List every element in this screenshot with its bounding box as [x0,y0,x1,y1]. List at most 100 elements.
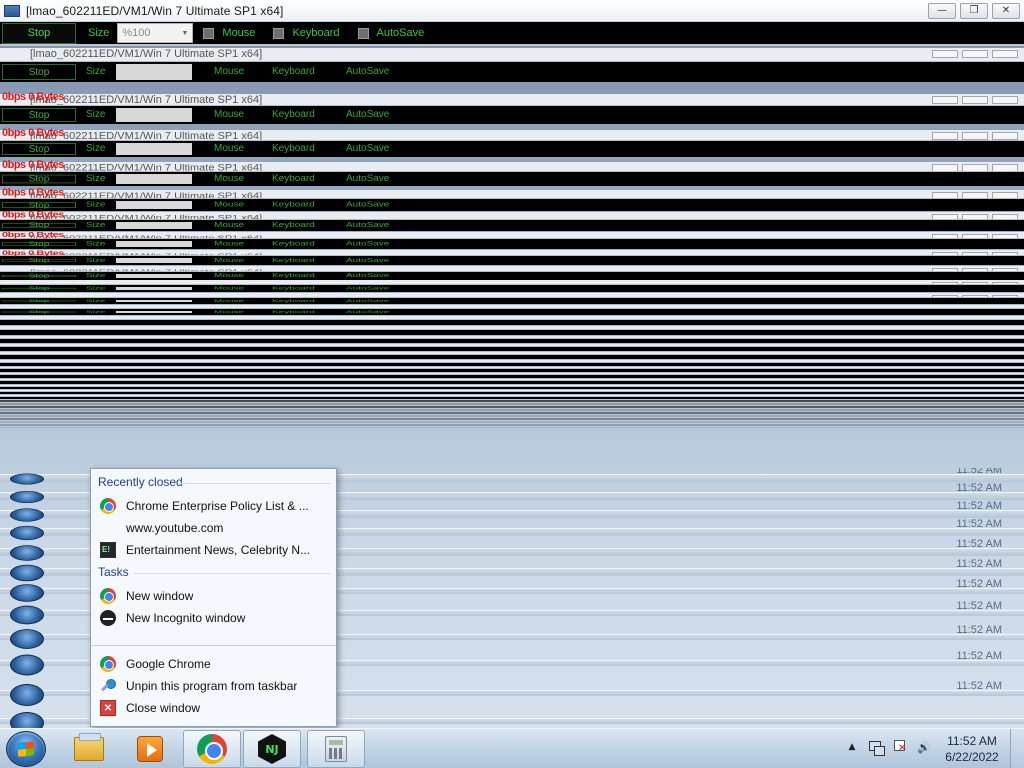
ghost-toolbar: Stop Size Mouse Keyboard AutoSave [0,309,1024,315]
restore-button[interactable]: ❐ [960,3,988,19]
close-button[interactable]: ✕ [992,3,1020,19]
recently-closed-header: Recently closed [98,475,183,489]
nj-icon: NJ [258,734,286,764]
taskbar-explorer-button[interactable] [60,730,118,768]
glitch-red-text: 0bps 0 Bytes [2,230,64,240]
taskbar-chrome-button[interactable] [183,730,241,768]
ghost-toolbar [0,381,1024,384]
viewer-window-title: [lmao_602211ED/VM1/Win 7 Ultimate SP1 x6… [26,3,284,18]
show-desktop-button[interactable] [1010,729,1024,768]
new-window-item[interactable]: New window [96,585,332,607]
ghost-window-controls [932,132,1018,140]
ghost-toolbar-label: AutoSave [346,221,390,230]
ghost-clock: 11:52 AM [956,650,1002,662]
ghost-start-orb [10,629,44,649]
recent-item[interactable]: Chrome Enterprise Policy List & ... [96,495,332,517]
ghost-clock: 11:52 AM [956,518,1002,530]
taskbar: NJ ▲ 🔊 11:52 AM 6/22/2022 [0,728,1024,768]
ghost-size-select [116,287,192,290]
volume-icon[interactable]: 🔊 [916,739,932,755]
recent-item-label: Entertainment News, Celebrity N... [126,543,311,557]
ghost-start-orb [10,605,44,625]
entertainment-site-icon [100,542,116,558]
glitch-scanline [0,412,1024,414]
mouse-checkbox[interactable]: Mouse [203,27,255,39]
minimize-button[interactable]: — [928,3,956,19]
recent-item[interactable]: www.youtube.com [96,517,332,539]
taskbar-media-player-button[interactable] [121,730,179,768]
network-icon[interactable] [868,739,885,756]
ghost-window-button [992,192,1018,198]
google-chrome-item[interactable]: Google Chrome [96,653,332,675]
ghost-toolbar-label: Size [86,66,106,77]
start-button[interactable] [6,731,46,767]
ghost-toolbar-label: AutoSave [346,257,390,264]
taskbar-nj-button[interactable]: NJ [243,730,301,768]
ghost-toolbar: Stop Size Mouse Keyboard AutoSave [0,256,1024,265]
ghost-size-select [116,300,192,302]
ghost-toolbar [0,339,1024,343]
size-select[interactable]: %100 ▼ [117,23,194,43]
ghost-toolbar-label: AutoSave [346,200,390,209]
ghost-stop-button: Stop [2,201,76,209]
ghost-size-select [116,174,192,184]
media-player-icon [137,736,163,762]
app-item-label: Unpin this program from taskbar [126,679,298,693]
ghost-toolbar-label: Size [86,109,106,120]
autosave-checkbox[interactable]: AutoSave [357,27,424,39]
glitch-scanline [0,406,1024,408]
glitch-scanline [0,415,1024,417]
ghost-toolbar [0,375,1024,378]
chrome-icon [100,588,116,604]
ghost-toolbar: Stop Size Mouse Keyboard AutoSave [0,298,1024,304]
size-value: %100 [122,27,151,39]
recent-item-label: www.youtube.com [126,521,224,535]
ghost-toolbar [0,330,1024,335]
chrome-jump-list: Recently closed Chrome Enterprise Policy… [90,468,337,727]
ghost-window-controls [932,50,1018,58]
ghost-size-select [116,311,192,313]
ghost-toolbar [0,355,1024,359]
ghost-size-select [116,143,192,155]
checkbox-box[interactable] [357,27,369,39]
unpin-item[interactable]: Unpin this program from taskbar [96,675,332,697]
ghost-toolbar-label: Mouse [214,66,245,77]
clock-time: 11:52 AM [947,734,997,748]
ghost-toolbar: Stop Size Mouse Keyboard AutoSave [0,220,1024,231]
recent-item[interactable]: Entertainment News, Celebrity N... [96,539,332,561]
checkbox-box[interactable] [203,27,215,39]
checkbox-box[interactable] [273,27,285,39]
ghost-title-text: [lmao_602211ED/VM1/Win 7 Ultimate SP1 x6… [30,130,263,141]
ghost-size-select [116,222,192,229]
ghost-window-controls [932,164,1018,171]
chrome-icon [197,734,227,764]
viewer-toolbar: Stop Size %100 ▼ Mouse Keyboard AutoSave [0,22,1024,46]
ghost-toolbar [0,387,1024,389]
ghost-title-bar: [lmao_602211ED/VM1/Win 7 Ultimate SP1 x6… [0,48,1024,62]
ghost-title-text: [lmao_602211ED/VM1/Win 7 Ultimate SP1 x6… [30,191,263,199]
glitch-scanline [0,418,1024,420]
ghost-toolbar-label: Mouse [214,221,245,230]
ghost-start-orb [10,654,44,676]
viewer-app-icon [4,4,20,17]
taskbar-calculator-button[interactable] [307,730,365,768]
ghost-toolbar-label: Size [86,286,106,291]
app-item-label: Google Chrome [126,657,211,671]
taskbar-clock[interactable]: 11:52 AM 6/22/2022 [940,733,1004,765]
ghost-clock: 11:52 AM [956,538,1002,550]
ghost-toolbar-label: Keyboard [272,309,315,314]
ghost-toolbar-label: Keyboard [272,286,315,291]
new-incognito-window-item[interactable]: New Incognito window [96,607,332,629]
ghost-stop-button: Stop [2,298,76,304]
ghost-window-button [962,96,988,104]
action-center-icon[interactable] [892,739,908,755]
keyboard-checkbox[interactable]: Keyboard [273,27,340,39]
stop-button[interactable]: Stop [2,22,76,44]
show-hidden-icons-button[interactable]: ▲ [844,739,860,755]
ghost-toolbar-label: Size [86,200,106,209]
ghost-toolbar: Stop Size Mouse Keyboard AutoSave [0,106,1024,124]
divider [133,573,331,574]
ghost-start-orb [10,508,44,522]
ghost-toolbar-label: Mouse [214,286,245,291]
close-window-item[interactable]: ✕ Close window [96,697,332,719]
